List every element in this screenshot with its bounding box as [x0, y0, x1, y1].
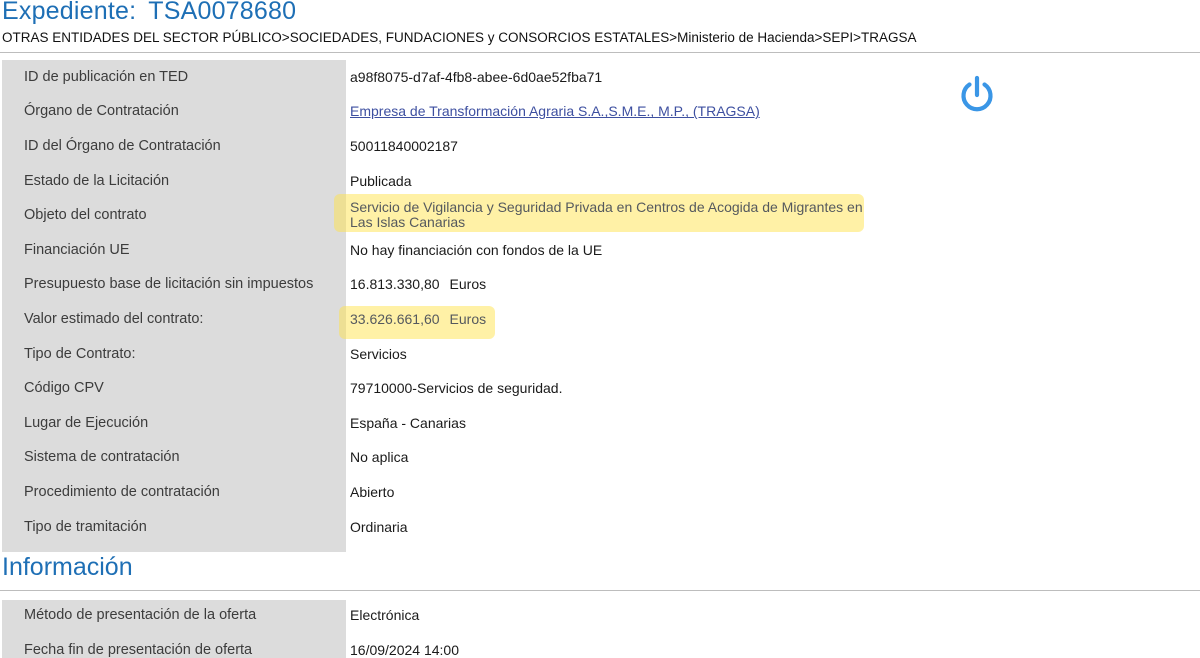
detail-label: Sistema de contratación: [24, 449, 180, 466]
info-row-fecha-fin: Fecha fin de presentación de oferta 16/0…: [0, 634, 1200, 658]
detail-row-objeto: Objeto del contrato Servicio de Vigilanc…: [0, 199, 1200, 234]
detail-value: No aplica: [350, 449, 409, 466]
detail-row-lugar: Lugar de Ejecución España - Canarias: [0, 407, 1200, 442]
detail-row-sistema: Sistema de contratación No aplica: [0, 441, 1200, 476]
detail-row-tramitacion: Tipo de tramitación Ordinaria: [0, 511, 1200, 546]
detail-row-financiacion: Financiación UE No hay financiación con …: [0, 234, 1200, 269]
detail-label: Presupuesto base de licitación sin impue…: [24, 276, 314, 293]
detail-value: No hay financiación con fondos de la UE: [350, 241, 603, 258]
detail-value: Servicio de Vigilancia y Seguridad Priva…: [350, 199, 863, 231]
detail-value: España - Canarias: [350, 414, 466, 431]
header-divider: [0, 52, 1200, 53]
detail-value: Servicios: [350, 345, 407, 362]
detail-value: a98f8075-d7af-4fb8-abee-6d0ae52fba71: [350, 68, 603, 85]
detail-row-cpv: Código CPV 79710000-Servicios de segurid…: [0, 372, 1200, 407]
currency-unit: Euros: [449, 310, 487, 327]
organo-link[interactable]: Empresa de Transformación Agraria S.A.,S…: [350, 103, 760, 119]
info-label: Método de presentación de la oferta: [24, 607, 257, 623]
section-divider: [0, 590, 1200, 591]
detail-value: Empresa de Transformación Agraria S.A.,S…: [350, 103, 760, 119]
detail-value: 16.813.330,80 Euros: [350, 276, 486, 292]
detail-label: Objeto del contrato: [24, 207, 147, 224]
valor-estimado-amount: 33.626.661,60: [350, 310, 440, 327]
detail-row-tipo-contrato: Tipo de Contrato: Servicios: [0, 338, 1200, 373]
currency-unit: Euros: [449, 276, 487, 293]
detail-row-valor-estimado: Valor estimado del contrato: 33.626.661,…: [0, 303, 1200, 338]
detail-row-procedimiento: Procedimiento de contratación Abierto: [0, 476, 1200, 511]
detail-value: 79710000-Servicios de seguridad.: [350, 380, 563, 397]
page-title: Expediente: TSA0078680: [2, 0, 296, 26]
detail-label: Tipo de tramitación: [24, 518, 147, 535]
detail-row-organo-id: ID del Órgano de Contratación 5001184000…: [0, 130, 1200, 165]
detail-row-ted-id: ID de publicación en TED a98f8075-d7af-4…: [0, 61, 1200, 96]
presupuesto-amount: 16.813.330,80: [350, 276, 440, 293]
detail-label: Valor estimado del contrato:: [24, 310, 204, 327]
section-title-informacion: Información: [2, 553, 133, 581]
page-title-prefix: Expediente:: [2, 0, 137, 25]
detail-value: 33.626.661,60 Euros: [350, 311, 486, 327]
power-icon[interactable]: [957, 75, 997, 117]
detail-value: Publicada: [350, 172, 412, 189]
info-row-metodo: Método de presentación de la oferta Elec…: [0, 599, 1200, 634]
info-value: 16/09/2024 14:00: [350, 642, 459, 658]
info-label: Fecha fin de presentación de oferta: [24, 642, 253, 658]
breadcrumb: OTRAS ENTIDADES DEL SECTOR PÚBLICO>SOCIE…: [2, 30, 917, 45]
detail-label: Código CPV: [24, 380, 104, 397]
detail-value: Ordinaria: [350, 518, 408, 535]
detail-label: Lugar de Ejecución: [24, 414, 149, 431]
detail-row-presupuesto: Presupuesto base de licitación sin impue…: [0, 268, 1200, 303]
expediente-id: TSA0078680: [148, 0, 297, 25]
detail-label: ID del Órgano de Contratación: [24, 137, 221, 154]
detail-label: Financiación UE: [24, 241, 130, 258]
detail-value: Abierto: [350, 483, 395, 500]
detail-label: Procedimiento de contratación: [24, 483, 220, 500]
info-value: Electrónica: [350, 607, 420, 623]
detail-label: Estado de la Licitación: [24, 172, 170, 189]
detail-row-organo: Órgano de Contratación Empresa de Transf…: [0, 95, 1200, 130]
detail-label: Órgano de Contratación: [24, 103, 179, 120]
detail-label: ID de publicación en TED: [24, 68, 189, 85]
detail-label: Tipo de Contrato:: [24, 345, 136, 362]
detail-row-estado: Estado de la Licitación Publicada: [0, 165, 1200, 200]
detail-value: 50011840002187: [350, 137, 458, 154]
